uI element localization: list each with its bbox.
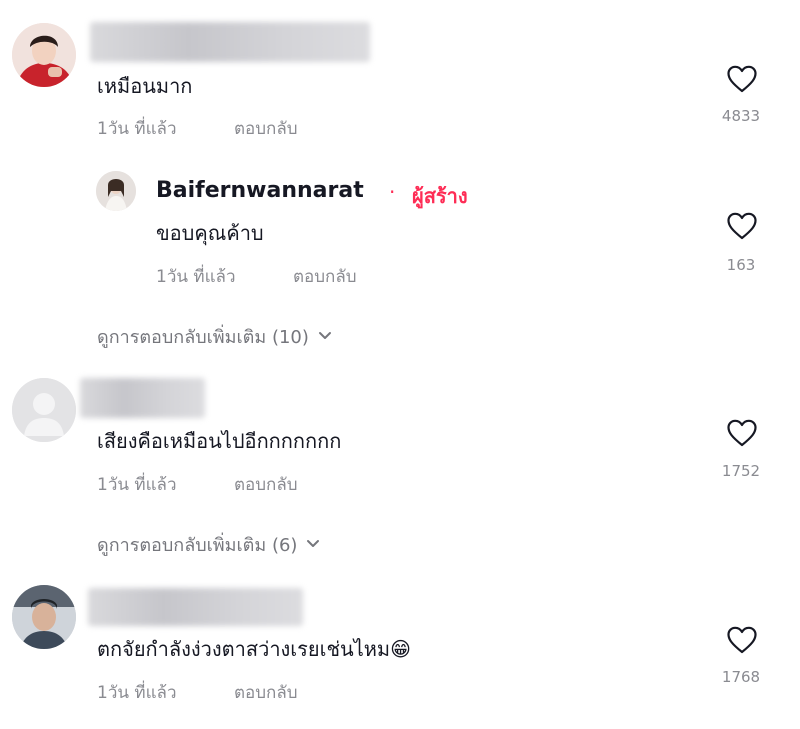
username-redacted[interactable] bbox=[88, 588, 303, 626]
like-count: 1752 bbox=[721, 462, 761, 480]
avatar[interactable] bbox=[12, 23, 76, 87]
creator-username[interactable]: Baifernwannarat bbox=[156, 178, 364, 203]
comment-item: ตกจัยกำลังง่วงตาสว่างเรยเช่นไหม😁 1วัน ที… bbox=[0, 580, 800, 720]
separator-dot: · bbox=[389, 180, 396, 204]
heart-icon[interactable] bbox=[726, 418, 758, 448]
view-more-label: ดูการตอบกลับเพิ่มเติม (10) bbox=[97, 327, 309, 348]
like-count: 1768 bbox=[721, 668, 761, 686]
creator-avatar[interactable] bbox=[96, 171, 136, 211]
reply-button[interactable]: ตอบกลับ bbox=[234, 115, 298, 142]
reply-button[interactable]: ตอบกลับ bbox=[234, 471, 298, 498]
username-redacted[interactable] bbox=[90, 22, 370, 62]
reply-button[interactable]: ตอบกลับ bbox=[293, 263, 357, 290]
like-count: 163 bbox=[726, 256, 756, 274]
comment-timestamp: 1วัน ที่แล้ว bbox=[97, 475, 177, 495]
comment-text: ตกจัยกำลังง่วงตาสว่างเรยเช่นไหม😁 bbox=[97, 637, 411, 661]
reply-timestamp: 1วัน ที่แล้ว bbox=[156, 267, 236, 287]
reply-text: ขอบคุณค้าบ bbox=[156, 221, 264, 245]
view-more-replies[interactable]: ดูการตอบกลับเพิ่มเติม (6) bbox=[97, 530, 321, 559]
comment-item: เหมือนมาก 1วัน ที่แล้ว ตอบกลับ 4833 Baif… bbox=[0, 0, 800, 348]
heart-icon[interactable] bbox=[726, 625, 758, 655]
creator-badge: ผู้สร้าง bbox=[412, 184, 468, 208]
chevron-down-icon bbox=[305, 534, 321, 555]
heart-icon[interactable] bbox=[726, 64, 758, 94]
view-more-label: ดูการตอบกลับเพิ่มเติม (6) bbox=[97, 535, 298, 556]
comment-text: เหมือนมาก bbox=[97, 74, 193, 98]
comment-text: เสียงคือเหมือนไปอีกกกกกกก bbox=[97, 429, 342, 453]
view-more-replies[interactable]: ดูการตอบกลับเพิ่มเติม (10) bbox=[97, 322, 333, 351]
default-avatar-icon[interactable] bbox=[12, 378, 76, 442]
reply-item: Baifernwannarat · ผู้สร้าง ขอบคุณค้าบ 1ว… bbox=[90, 165, 800, 295]
comment-timestamp: 1วัน ที่แล้ว bbox=[97, 119, 177, 139]
username-redacted[interactable] bbox=[80, 378, 205, 418]
chevron-down-icon bbox=[317, 326, 333, 347]
comment-item: เสียงคือเหมือนไปอีกกกกกกก 1วัน ที่แล้ว ต… bbox=[0, 370, 800, 560]
like-count: 4833 bbox=[721, 107, 761, 125]
comment-timestamp: 1วัน ที่แล้ว bbox=[97, 683, 177, 703]
reply-button[interactable]: ตอบกลับ bbox=[234, 679, 298, 706]
heart-icon[interactable] bbox=[726, 211, 758, 241]
avatar[interactable] bbox=[12, 585, 76, 649]
